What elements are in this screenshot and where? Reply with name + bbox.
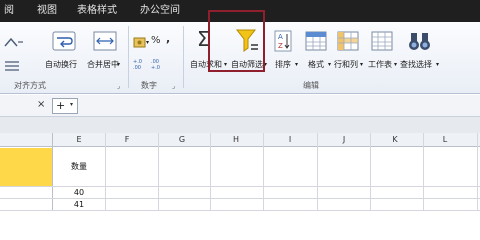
group-label-number: 数字: [141, 81, 157, 90]
cell-e-value-2[interactable]: 41: [53, 200, 105, 209]
binoculars-icon[interactable]: [408, 30, 432, 52]
decrease-decimal-button[interactable]: .00 +.0: [151, 59, 165, 71]
worksheet-icon[interactable]: [371, 30, 393, 52]
sort-button[interactable]: 排序: [275, 60, 291, 70]
sheet-list-dropdown-icon[interactable]: ▾: [70, 101, 73, 108]
rows-columns-button[interactable]: 行和列: [334, 60, 358, 70]
column-header-j[interactable]: J: [337, 135, 351, 144]
format-button[interactable]: 格式: [308, 60, 324, 70]
close-icon[interactable]: ×: [37, 99, 45, 110]
merge-center-button[interactable]: 合并居中: [87, 60, 119, 70]
grid-line: [105, 133, 106, 211]
group-separator: [128, 26, 129, 88]
wrap-text-button[interactable]: 自动换行: [45, 60, 77, 70]
group-label-alignment: 对齐方式: [14, 81, 46, 90]
column-header-h[interactable]: H: [229, 135, 243, 144]
worksheet-dropdown-icon[interactable]: ▾: [394, 60, 397, 70]
grid-line: [263, 133, 264, 211]
format-dropdown-icon[interactable]: ▾: [328, 60, 331, 70]
rows-columns-dropdown-icon[interactable]: ▾: [360, 60, 363, 70]
plus-icon: +: [56, 99, 66, 112]
grid-line: [370, 133, 371, 211]
column-header-l[interactable]: L: [438, 135, 452, 144]
worksheet-button[interactable]: 工作表: [368, 60, 392, 70]
sort-dropdown-icon[interactable]: ▾: [295, 60, 298, 70]
wrap-text-icon[interactable]: [52, 30, 76, 52]
format-table-icon[interactable]: [305, 30, 327, 52]
tab-review[interactable]: 阅: [4, 4, 14, 18]
column-header-f[interactable]: F: [120, 135, 134, 144]
tab-office-space[interactable]: 办公空间: [140, 4, 180, 18]
grid-line: [0, 210, 480, 211]
tab-view[interactable]: 视图: [37, 4, 57, 18]
find-select-dropdown-icon[interactable]: ▾: [436, 60, 439, 70]
tab-table-style[interactable]: 表格样式: [77, 4, 117, 18]
grid-line: [423, 133, 424, 211]
sort-az-icon[interactable]: A Z: [274, 30, 292, 52]
distributed-align-icon[interactable]: [3, 60, 21, 72]
merge-center-icon[interactable]: [93, 30, 117, 52]
selected-row-header[interactable]: [0, 148, 52, 186]
alignment-dialog-launcher-icon[interactable]: ⌟: [117, 82, 120, 90]
column-header-i[interactable]: I: [283, 135, 297, 144]
merge-center-dropdown-icon[interactable]: ▾: [117, 60, 120, 70]
comma-style-button[interactable]: ,: [166, 33, 170, 44]
column-header-e[interactable]: E: [72, 135, 86, 144]
svg-text:Z: Z: [278, 42, 283, 50]
group-separator: [183, 26, 184, 88]
grid-line: [158, 133, 159, 211]
find-select-button[interactable]: 查找选择: [400, 60, 432, 70]
highlight-box: [208, 10, 265, 72]
currency-format-icon[interactable]: [133, 36, 147, 50]
grid-line: [317, 133, 318, 211]
currency-dropdown-icon[interactable]: ▾: [146, 38, 149, 48]
grid-line: [477, 133, 478, 211]
grid-line: [0, 186, 480, 187]
cell-e-value-1[interactable]: 40: [53, 188, 105, 197]
toolbar-band: [0, 117, 480, 133]
increase-decimal-button[interactable]: +.0 .00: [133, 59, 147, 71]
add-sheet-button[interactable]: +: [52, 98, 78, 114]
column-header-k[interactable]: K: [388, 135, 402, 144]
grid-line: [0, 198, 480, 199]
orientation-icon[interactable]: [3, 36, 25, 50]
percent-style-button[interactable]: %: [151, 36, 161, 46]
group-label-editing: 编辑: [303, 81, 319, 90]
column-header-g[interactable]: G: [175, 135, 189, 144]
grid-line: [210, 133, 211, 211]
rows-columns-icon[interactable]: [337, 30, 359, 52]
number-dialog-launcher-icon[interactable]: ⌟: [172, 82, 175, 90]
cell-header-quantity[interactable]: 数量: [53, 161, 105, 172]
svg-text:A: A: [278, 33, 283, 41]
